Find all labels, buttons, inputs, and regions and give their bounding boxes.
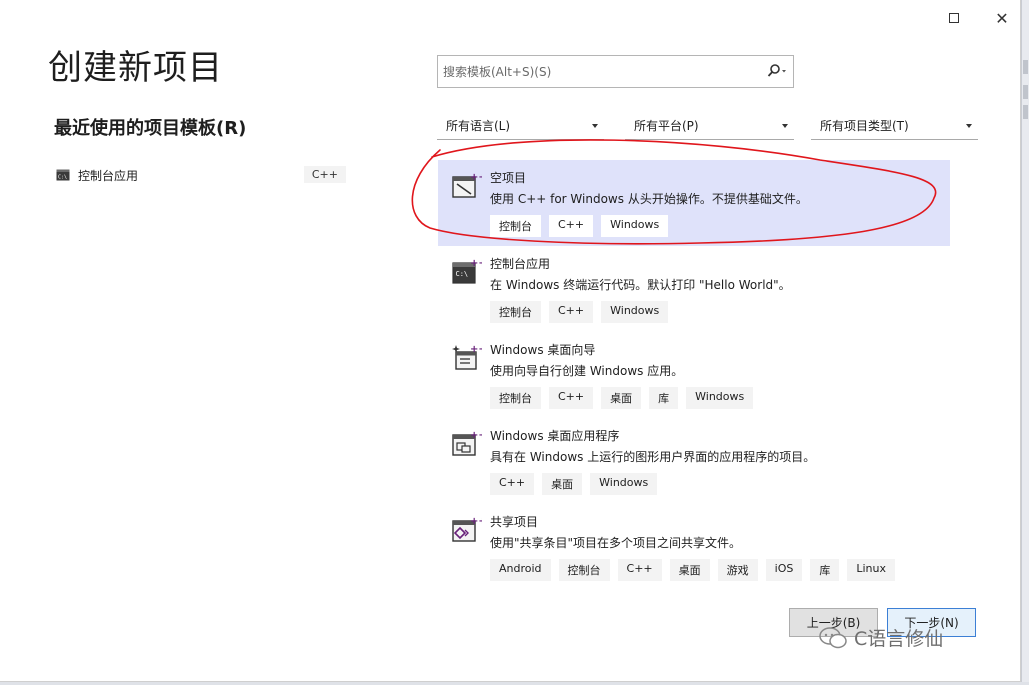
template-tag: 桌面 bbox=[669, 559, 710, 581]
template-desktop-app[interactable]: ++ Windows 桌面应用程序 具有在 Windows 上运行的图形用户界面… bbox=[438, 418, 950, 504]
search-input[interactable] bbox=[443, 64, 753, 79]
chevron-down-icon bbox=[782, 124, 788, 128]
template-tag: 桌面 bbox=[542, 473, 583, 495]
template-tag: Windows bbox=[601, 301, 669, 323]
template-tag: iOS bbox=[765, 559, 803, 581]
console-app-icon: C:\ ++ bbox=[452, 258, 482, 284]
maximize-icon bbox=[949, 13, 959, 23]
template-tag: 控制台 bbox=[490, 387, 541, 409]
edge-mark bbox=[1023, 85, 1028, 99]
console-app-icon: C:\ bbox=[56, 169, 70, 181]
template-shared-project[interactable]: ++ 共享项目 使用"共享条目"项目在多个项目之间共享文件。 Android 控… bbox=[438, 504, 950, 590]
platform-filter-value: 所有平台(P) bbox=[634, 119, 699, 133]
template-tag: Windows bbox=[590, 473, 658, 495]
template-name: 控制台应用 bbox=[490, 257, 551, 271]
template-tag: C++ bbox=[617, 559, 662, 581]
template-tag: C++ bbox=[490, 473, 535, 495]
desktop-app-icon: ++ bbox=[452, 430, 482, 456]
page-title: 创建新项目 bbox=[48, 48, 223, 88]
template-tag: 库 bbox=[649, 387, 679, 409]
empty-project-icon: ++ bbox=[452, 172, 482, 198]
template-name: 空项目 bbox=[490, 171, 527, 185]
template-tag: 游戏 bbox=[717, 559, 758, 581]
watermark-text: C语言修仙 bbox=[854, 628, 944, 650]
search-options[interactable] bbox=[767, 64, 787, 78]
template-tags: Android 控制台 C++ 桌面 游戏 iOS 库 Linux bbox=[490, 559, 895, 581]
language-filter[interactable]: 所有语言(L) bbox=[437, 112, 604, 140]
chat-bubble-icon bbox=[819, 626, 847, 648]
close-button[interactable]: ✕ bbox=[985, 6, 1019, 30]
template-search[interactable] bbox=[437, 55, 794, 88]
template-description: 在 Windows 终端运行代码。默认打印 "Hello World"。 bbox=[490, 278, 791, 292]
search-icon bbox=[767, 64, 786, 77]
template-console-app[interactable]: C:\ ++ 控制台应用 在 Windows 终端运行代码。默认打印 "Hell… bbox=[438, 246, 950, 332]
template-name: Windows 桌面应用程序 bbox=[490, 429, 620, 443]
edge-mark bbox=[1023, 60, 1028, 74]
template-tag: C++ bbox=[549, 215, 594, 237]
template-tag: 桌面 bbox=[601, 387, 642, 409]
recent-template-label: 控制台应用 bbox=[78, 168, 139, 183]
template-name: Windows 桌面向导 bbox=[490, 343, 596, 357]
template-description: 使用"共享条目"项目在多个项目之间共享文件。 bbox=[490, 536, 742, 550]
template-tag: Windows bbox=[601, 215, 669, 237]
maximize-button[interactable] bbox=[937, 6, 971, 30]
svg-text:++: ++ bbox=[470, 430, 482, 441]
edge-mark bbox=[1023, 105, 1028, 119]
template-tags: 控制台 C++ Windows bbox=[490, 215, 669, 237]
template-tag: Linux bbox=[847, 559, 895, 581]
template-description: 使用向导自行创建 Windows 应用。 bbox=[490, 364, 684, 378]
background-window-edge bbox=[1021, 0, 1029, 685]
template-description: 使用 C++ for Windows 从头开始操作。不提供基础文件。 bbox=[490, 192, 808, 206]
svg-text:++: ++ bbox=[470, 344, 482, 355]
template-tags: 控制台 C++ 桌面 库 Windows bbox=[490, 387, 754, 409]
template-empty-project[interactable]: ++ 空项目 使用 C++ for Windows 从头开始操作。不提供基础文件… bbox=[438, 160, 950, 246]
project-type-filter-value: 所有项目类型(T) bbox=[820, 119, 909, 133]
recent-template-tag: C++ bbox=[303, 166, 346, 183]
recent-templates-heading: 最近使用的项目模板(R) bbox=[54, 118, 247, 139]
template-tag: 控制台 bbox=[558, 559, 610, 581]
chevron-down-icon bbox=[592, 124, 598, 128]
watermark: C语言修仙 bbox=[818, 624, 943, 651]
template-description: 具有在 Windows 上运行的图形用户界面的应用程序的项目。 bbox=[490, 450, 816, 464]
chevron-down-icon bbox=[966, 124, 972, 128]
template-tag: Android bbox=[490, 559, 551, 581]
svg-text:++: ++ bbox=[470, 172, 482, 183]
template-name: 共享项目 bbox=[490, 515, 539, 529]
shared-project-icon: ++ bbox=[452, 516, 482, 542]
close-icon: ✕ bbox=[995, 8, 1009, 28]
template-tags: C++ 桌面 Windows bbox=[490, 473, 658, 495]
template-tag: 控制台 bbox=[490, 301, 541, 323]
template-desktop-wizard[interactable]: ++ Windows 桌面向导 使用向导自行创建 Windows 应用。 控制台… bbox=[438, 332, 950, 418]
template-tag: Windows bbox=[686, 387, 754, 409]
template-tags: 控制台 C++ Windows bbox=[490, 301, 669, 323]
desktop-wizard-icon: ++ bbox=[452, 344, 482, 370]
template-list: ++ 空项目 使用 C++ for Windows 从头开始操作。不提供基础文件… bbox=[438, 160, 950, 590]
project-type-filter[interactable]: 所有项目类型(T) bbox=[811, 112, 978, 140]
svg-text:++: ++ bbox=[470, 258, 482, 269]
template-tag: 控制台 bbox=[490, 215, 541, 237]
template-tag: C++ bbox=[549, 387, 594, 409]
platform-filter[interactable]: 所有平台(P) bbox=[625, 112, 794, 140]
svg-text:C:\: C:\ bbox=[58, 175, 67, 181]
svg-text:++: ++ bbox=[470, 516, 482, 527]
recent-template-item[interactable]: C:\ 控制台应用 C++ bbox=[56, 162, 346, 188]
template-tag: 库 bbox=[810, 559, 840, 581]
language-filter-value: 所有语言(L) bbox=[446, 119, 511, 133]
template-tag: C++ bbox=[549, 301, 594, 323]
svg-text:C:\: C:\ bbox=[456, 270, 469, 278]
